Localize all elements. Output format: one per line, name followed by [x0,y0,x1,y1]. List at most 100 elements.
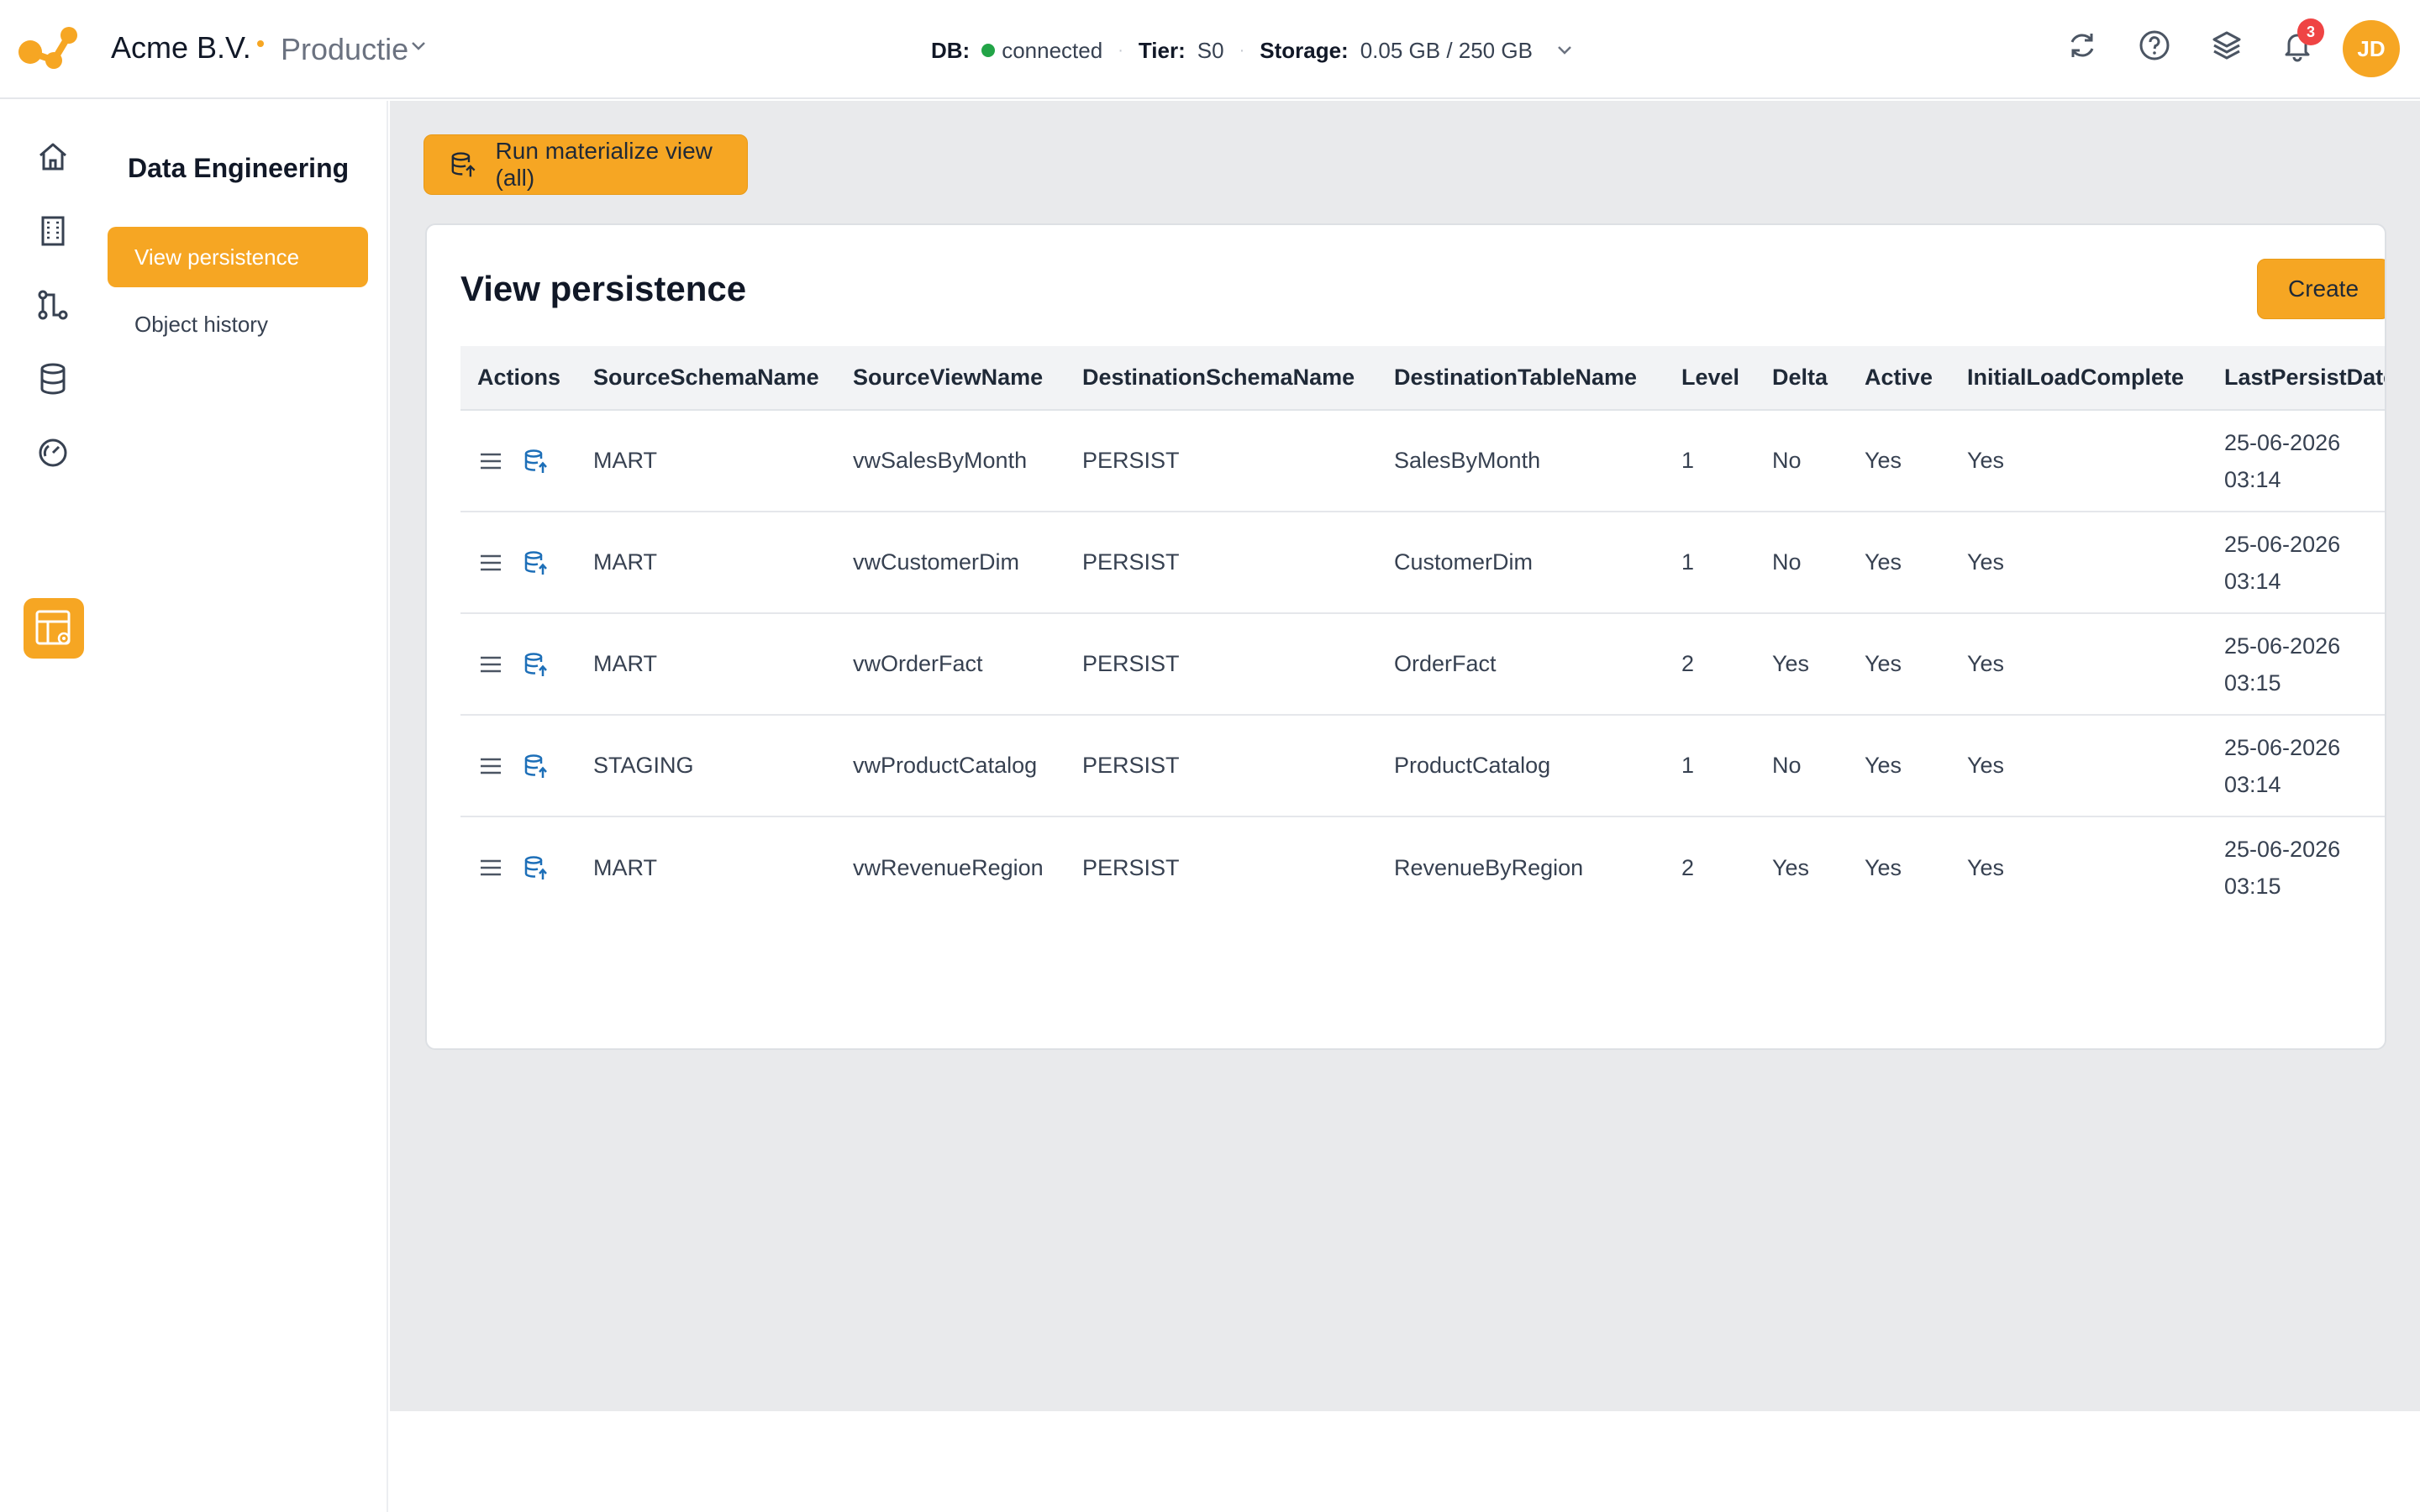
gauge-icon[interactable] [34,433,72,472]
cell-destination-table: RevenueByRegion [1394,854,1584,880]
cell-last-persist-date: 25-06-2026 03:14 [2207,410,2385,512]
separator: · [1239,40,1245,60]
separator: · [1118,40,1123,60]
app-logo-icon[interactable] [17,24,81,74]
cell-level: 1 [1665,715,1755,817]
cell-active: Yes [1865,854,1902,880]
cell-source-view: vwSalesByMonth [836,410,1065,512]
notification-badge: 3 [2297,18,2324,45]
page-title: View persistence [460,269,747,308]
separator-dot [257,40,264,47]
refresh-icon[interactable] [2065,29,2099,62]
cell-destination-table: SalesByMonth [1377,410,1665,512]
cell-last-persist-date: 25-06-2026 03:14 [2207,512,2385,614]
col-actions[interactable]: Actions [460,346,576,411]
cell-destination-schema: PERSIST [1065,512,1377,614]
database-upload-icon[interactable] [523,651,550,678]
storage-label: Storage: [1260,37,1349,63]
cell-source-schema: MART [576,410,836,512]
menu-icon[interactable] [477,549,504,576]
database-upload-icon[interactable] [523,854,550,881]
table-header-row: Actions SourceSchemaName SourceViewName … [460,346,2385,411]
view-persistence-card: View persistence Create Actions SourceSc… [425,223,2386,1050]
table-settings-icon-active[interactable] [24,598,84,659]
cell-last-persist-date: 25-06-2026 03:14 [2207,715,2385,817]
cell-source-schema: MART [593,854,658,880]
sidebar-item-view-persistence[interactable]: View persistence [108,227,368,287]
cell-last-persist-date: 25-06-2026 03:15 [2207,816,2385,918]
workflow-icon[interactable] [34,286,72,324]
avatar[interactable]: JD [2343,20,2400,77]
cell-active: Yes [1848,715,1950,817]
database-upload-icon[interactable] [523,753,550,780]
table-row[interactable]: MART vwRevenueRegion PERSIST RevenueByRe… [460,816,2385,918]
date-text: 25-06-2026 [2224,837,2341,862]
chevron-down-icon[interactable] [410,40,427,52]
row-actions [460,613,576,716]
cell-active: Yes [1848,512,1950,614]
col-initial-load-complete[interactable]: InitialLoadComplete [1950,346,2207,411]
row-actions [460,816,576,918]
time-text: 03:14 [2224,568,2281,594]
time-text: 03:14 [2224,771,2281,797]
cell-initial-load: Yes [1950,512,2207,614]
table-row[interactable]: STAGING vwProductCatalog PERSIST Product… [460,715,2385,817]
col-destination-schema[interactable]: DestinationSchemaName [1065,346,1377,411]
environment-selector[interactable]: Productie [281,32,408,67]
menu-icon[interactable] [477,651,504,678]
col-level[interactable]: Level [1665,346,1755,411]
storage-value: 0.05 GB / 250 GB [1360,37,1533,63]
cell-level: 2 [1681,854,1695,880]
cell-source-view: vwRevenueRegion [853,854,1044,880]
tier-label: Tier: [1138,37,1186,63]
col-source-schema[interactable]: SourceSchemaName [576,346,836,411]
database-upload-icon[interactable] [523,549,550,576]
layers-icon[interactable] [2210,29,2244,62]
table-row[interactable]: MART vwCustomerDim PERSIST CustomerDim 1… [460,512,2385,614]
col-delta[interactable]: Delta [1755,346,1848,411]
cell-initial-load: Yes [1950,715,2207,817]
cell-source-schema: STAGING [576,715,836,817]
col-source-view[interactable]: SourceViewName [836,346,1065,411]
cell-initial-load: Yes [1967,854,2005,880]
cell-level: 2 [1665,613,1755,716]
help-icon[interactable] [2138,29,2171,62]
secondary-sidebar: Data Engineering View persistence Object… [106,101,388,1512]
sidebar-item-object-history[interactable]: Object history [108,294,368,354]
row-actions [460,715,576,817]
cell-destination-schema: PERSIST [1065,715,1377,817]
menu-icon[interactable] [477,753,504,780]
home-icon[interactable] [34,138,72,176]
row-actions [460,512,576,614]
tier-value: S0 [1197,37,1224,63]
cell-destination-schema: PERSIST [1065,410,1377,512]
row-actions [460,410,576,512]
col-destination-table[interactable]: DestinationTableName [1377,346,1665,411]
building-icon[interactable] [34,212,72,250]
cell-delta: Yes [1772,854,1810,880]
sidebar-title: Data Engineering [128,153,350,183]
chevron-down-icon[interactable] [1556,45,1573,56]
db-label: DB: [931,37,971,63]
cell-level: 1 [1665,512,1755,614]
footer-area [390,1411,2420,1512]
db-status-bar[interactable]: DB: connected · Tier: S0 · Storage: 0.05… [931,35,1573,66]
col-active[interactable]: Active [1848,346,1950,411]
menu-icon[interactable] [477,448,504,475]
organization-name: Acme B.V. [111,30,251,65]
cell-delta: Yes [1755,613,1848,716]
cell-destination-table: ProductCatalog [1377,715,1665,817]
cell-source-view: vwOrderFact [836,613,1065,716]
menu-icon[interactable] [477,854,504,881]
run-materialize-view-button[interactable]: Run materialize view (all) [424,134,748,195]
top-header: Acme B.V. Productie DB: connected · Tier… [0,0,2420,99]
table-row[interactable]: MART vwSalesByMonth PERSIST SalesByMonth… [460,410,2385,512]
col-last-persist-date[interactable]: LastPersistDate [2207,346,2385,411]
create-button[interactable]: Create [2257,259,2385,319]
table-row[interactable]: MART vwOrderFact PERSIST OrderFact 2 Yes… [460,613,2385,716]
database-icon[interactable] [34,360,72,398]
database-upload-icon[interactable] [523,448,550,475]
persistence-table: Actions SourceSchemaName SourceViewName … [460,346,2385,918]
cell-active: Yes [1848,613,1950,716]
cell-destination-table: CustomerDim [1377,512,1665,614]
